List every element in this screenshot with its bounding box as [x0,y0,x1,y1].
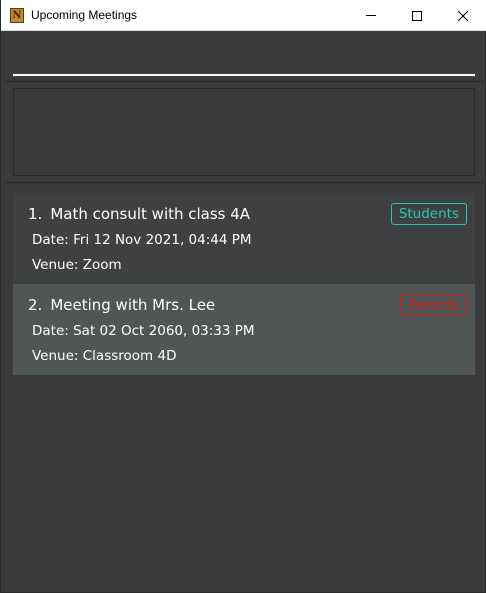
app-icon: N [10,8,24,23]
maximize-button[interactable] [394,0,440,31]
meeting-index: 2. [28,296,43,314]
divider [4,81,484,82]
meeting-date: Date: Sat 02 Oct 2060, 03:33 PM [32,323,255,339]
meeting-title: 2. Meeting with Mrs. Lee [28,296,215,314]
command-input[interactable] [13,40,475,76]
minimize-button[interactable] [348,0,394,31]
window-title: Upcoming Meetings [31,8,138,22]
tag-parents: Parents [400,294,467,316]
meeting-name: Math consult with class 4A [50,205,251,223]
title-bar[interactable]: N Upcoming Meetings [1,0,486,31]
meeting-list[interactable]: 1. Math consult with class 4A Students Da… [13,193,475,375]
meeting-venue: Venue: Classroom 4D [32,348,177,364]
meeting-card[interactable]: 1. Math consult with class 4A Students Da… [13,193,475,284]
upcoming-meetings-window: N Upcoming Meetings 1. Math consult with … [0,0,486,593]
meeting-card[interactable]: 2. Meeting with Mrs. Lee Parents Date: Sa… [13,284,475,375]
meeting-name: Meeting with Mrs. Lee [50,296,216,314]
maximize-icon [412,10,422,21]
result-display [13,88,475,176]
tag-students: Students [390,203,467,225]
minimize-icon [366,15,376,16]
divider [4,182,484,183]
close-button[interactable] [440,0,486,31]
meeting-title: 1. Math consult with class 4A [28,205,250,223]
meeting-date: Date: Fri 12 Nov 2021, 04:44 PM [32,232,252,248]
meeting-index: 1. [28,205,43,223]
meeting-venue: Venue: Zoom [32,257,122,273]
close-icon [457,10,469,21]
